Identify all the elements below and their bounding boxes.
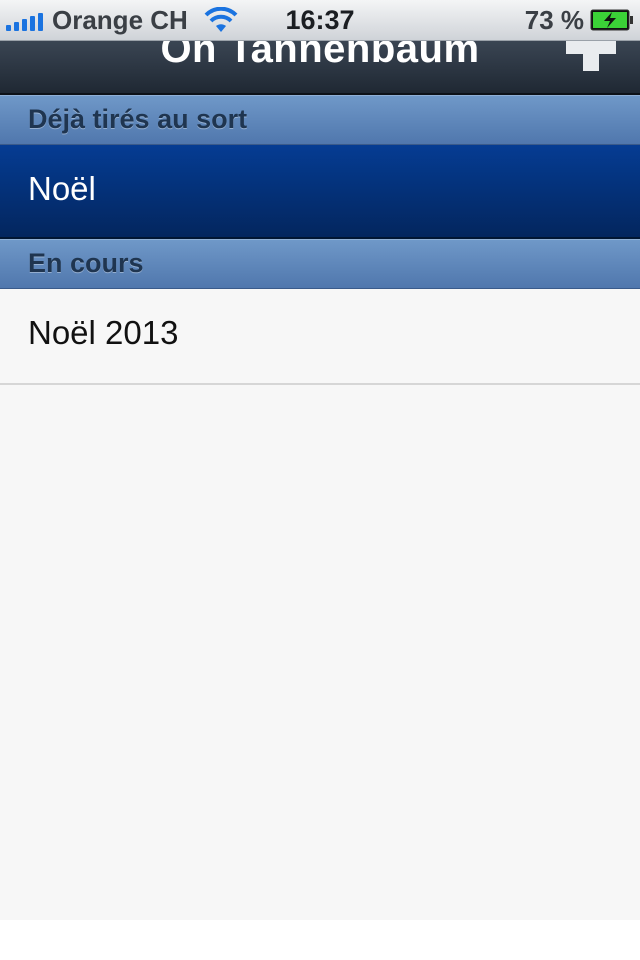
section-header-in-progress: En cours	[0, 239, 640, 289]
table-view[interactable]: Déjà tirés au sort Noël En cours Noël 20…	[0, 95, 640, 920]
row-label: Noël	[28, 170, 96, 207]
add-button[interactable]	[566, 41, 616, 71]
navigation-bar: Oh Tannenbaum	[0, 41, 640, 95]
battery-charging-icon	[590, 9, 633, 31]
status-bar: Orange CH 16:37 73 %	[0, 0, 640, 41]
section-header-already-drawn: Déjà tirés au sort	[0, 95, 640, 145]
section-header-label: En cours	[28, 248, 144, 278]
table-row[interactable]: Noël 2013	[0, 291, 640, 385]
nav-title: Oh Tannenbaum	[160, 41, 480, 71]
bottom-area	[0, 920, 640, 960]
battery-percentage: 73 %	[524, 5, 584, 35]
section-header-label: Déjà tirés au sort	[28, 104, 248, 134]
app-screen: Orange CH 16:37 73 % Oh Tannenbaum Déjà …	[0, 0, 640, 960]
row-label: Noël 2013	[28, 314, 179, 351]
table-row[interactable]: Noël	[0, 145, 640, 239]
plus-icon-horizontal	[566, 41, 616, 54]
